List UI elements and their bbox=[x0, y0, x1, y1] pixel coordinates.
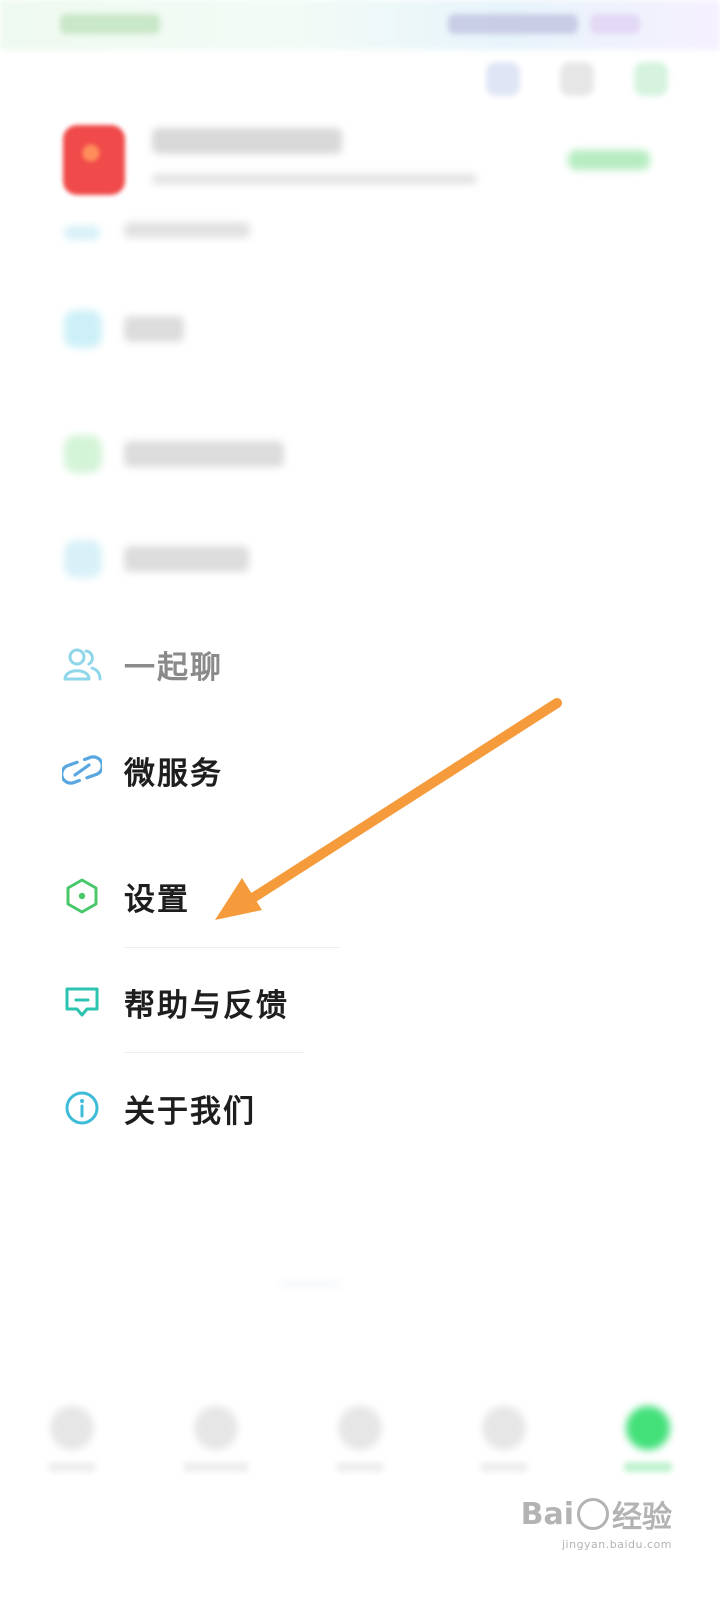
tab-2[interactable] bbox=[166, 1390, 266, 1500]
profile-name bbox=[152, 128, 342, 154]
bottom-tab-bar bbox=[0, 1390, 720, 1500]
profile-subtitle bbox=[152, 174, 477, 184]
divider bbox=[124, 947, 339, 948]
headset-icon[interactable] bbox=[486, 62, 520, 96]
blurred-row-icon bbox=[64, 435, 102, 473]
avatar bbox=[63, 125, 125, 195]
tab-label bbox=[624, 1462, 672, 1472]
menu-item-settings[interactable]: 设置 bbox=[60, 866, 480, 926]
blurred-row-text bbox=[124, 316, 184, 342]
menu-item-label: 帮助与反馈 bbox=[124, 987, 289, 1024]
tab-me[interactable] bbox=[598, 1390, 698, 1500]
tab-4[interactable] bbox=[454, 1390, 554, 1500]
menu-item-label: 设置 bbox=[124, 881, 190, 918]
divider bbox=[124, 1052, 304, 1053]
blurred-row-icon bbox=[64, 310, 102, 348]
menu-item-label: 关于我们 bbox=[124, 1093, 256, 1130]
partial-row-icon bbox=[64, 226, 100, 240]
tab-1[interactable] bbox=[22, 1390, 122, 1500]
tab-label bbox=[336, 1462, 384, 1472]
watermark: Bai 经验 jingyan.baidu.com bbox=[521, 1492, 672, 1552]
profile-tag[interactable] bbox=[568, 150, 650, 170]
menu-item-micro-service[interactable]: 微服务 bbox=[60, 740, 480, 800]
tab-icon bbox=[626, 1406, 670, 1450]
menu-item-label: 一起聊 bbox=[124, 649, 223, 686]
menu-item-label: 微服务 bbox=[124, 755, 223, 792]
paw-icon bbox=[577, 1498, 609, 1530]
tab-label bbox=[480, 1462, 528, 1472]
tab-icon bbox=[338, 1406, 382, 1450]
tab-label bbox=[183, 1462, 249, 1472]
status-battery bbox=[590, 14, 640, 34]
watermark-logo: Bai 经验 bbox=[521, 1492, 672, 1536]
status-left-chip bbox=[60, 14, 160, 34]
tab-icon bbox=[50, 1406, 94, 1450]
scroll-indicator bbox=[280, 1282, 340, 1286]
status-bar bbox=[0, 0, 720, 50]
feedback-icon bbox=[60, 980, 104, 1024]
annotation-arrow bbox=[215, 698, 562, 920]
partial-row-text bbox=[124, 222, 250, 238]
watermark-url: jingyan.baidu.com bbox=[561, 1538, 672, 1551]
scan-icon[interactable] bbox=[560, 62, 594, 96]
settings-hexagon-icon bbox=[60, 874, 104, 918]
tab-icon bbox=[482, 1406, 526, 1450]
watermark-logo-text-cn: 经验 bbox=[612, 1500, 672, 1535]
tab-label bbox=[48, 1462, 96, 1472]
menu-item-chat-together[interactable]: 一起聊 bbox=[60, 634, 480, 694]
menu-item-about-us[interactable]: 关于我们 bbox=[60, 1078, 480, 1138]
users-icon bbox=[60, 642, 104, 686]
blurred-row-text bbox=[124, 546, 249, 572]
blurred-row-text bbox=[124, 441, 284, 467]
blurred-row-icon bbox=[64, 540, 102, 578]
link-icon bbox=[60, 748, 104, 792]
watermark-logo-text: Bai bbox=[520, 1496, 574, 1532]
status-right-chip bbox=[448, 14, 578, 34]
tab-3[interactable] bbox=[310, 1390, 410, 1500]
info-icon bbox=[60, 1086, 104, 1130]
skin-icon[interactable] bbox=[634, 62, 668, 96]
menu-item-help-feedback[interactable]: 帮助与反馈 bbox=[60, 972, 480, 1032]
tab-icon bbox=[194, 1406, 238, 1450]
